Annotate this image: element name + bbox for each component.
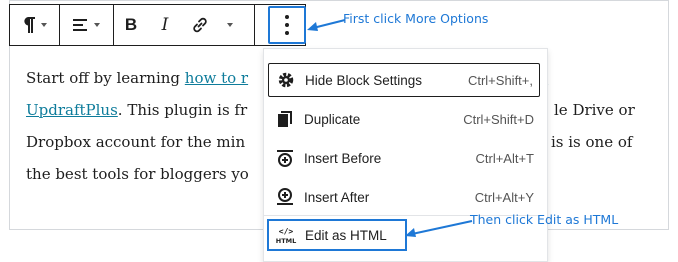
menu-item-label: Edit as HTML (305, 227, 387, 243)
annotation-arrow-1 (307, 19, 346, 31)
html-icon: </> HTML (275, 224, 297, 246)
paragraph-type-button[interactable] (10, 5, 59, 45)
menu-item-shortcut: Ctrl+Shift+D (463, 111, 534, 127)
gear-icon (275, 69, 297, 91)
para-line4-text: the best tools for bloggers yo (26, 165, 249, 183)
annotation-then-click: Then click Edit as HTML (470, 212, 619, 227)
para-link-updraftplus[interactable]: UpdraftPlus (26, 101, 118, 119)
menu-item-label: Insert Before (304, 150, 382, 166)
block-toolbar: B I (9, 4, 306, 46)
chevron-down-icon (41, 23, 47, 27)
para-link-how-to[interactable]: how to r (185, 69, 248, 87)
more-vertical-icon (285, 15, 289, 19)
menu-item-label: Hide Block Settings (305, 72, 423, 88)
more-vertical-icon-dot (285, 31, 289, 35)
insert-after-icon (274, 186, 296, 208)
insert-before-icon (274, 147, 296, 169)
bold-button[interactable]: B (114, 5, 148, 45)
para-line3-text: Dropbox account for the min (26, 133, 246, 151)
menu-item-label: Duplicate (304, 111, 361, 127)
menu-item-label: Insert After (304, 189, 370, 205)
link-icon (191, 16, 209, 34)
annotation-arrow-2 (405, 220, 473, 237)
duplicate-icon (274, 108, 296, 130)
chevron-down-icon (227, 23, 233, 27)
annotation-first-click: First click More Options (343, 11, 489, 26)
italic-icon: I (161, 15, 169, 35)
para-line3-right: is is one of (551, 133, 633, 151)
italic-button[interactable]: I (148, 5, 182, 45)
svg-text:HTML: HTML (276, 237, 296, 244)
more-formats-button[interactable] (218, 5, 242, 45)
menu-item-shortcut: Ctrl+Alt+T (475, 150, 534, 166)
menu-item-shortcut: Ctrl+Shift+, (467, 72, 533, 88)
link-button[interactable] (182, 5, 218, 45)
para-line1-text: Start off by learning (26, 69, 185, 87)
menu-item-duplicate[interactable]: Duplicate Ctrl+Shift+D (268, 102, 540, 136)
align-button[interactable] (60, 5, 113, 45)
more-vertical-icon-dot (285, 23, 289, 27)
menu-item-shortcut: Ctrl+Alt+Y (474, 189, 534, 205)
menu-item-edit-as-html[interactable]: </> HTML Edit as HTML (267, 219, 407, 251)
menu-item-insert-after[interactable]: Insert After Ctrl+Alt+Y (268, 180, 540, 214)
para-line2-right: le Drive or (554, 101, 635, 119)
chevron-down-icon (94, 23, 100, 27)
align-left-icon (73, 18, 89, 32)
more-options-button[interactable] (268, 6, 306, 44)
paragraph-icon (22, 16, 36, 34)
menu-item-hide-block-settings[interactable]: Hide Block Settings Ctrl+Shift+, (268, 63, 540, 97)
para-line2-text: . This plugin is fr (117, 101, 248, 119)
menu-item-insert-before[interactable]: Insert Before Ctrl+Alt+T (268, 141, 540, 175)
bold-icon: B (124, 15, 138, 34)
svg-text:</>: </> (279, 227, 294, 236)
